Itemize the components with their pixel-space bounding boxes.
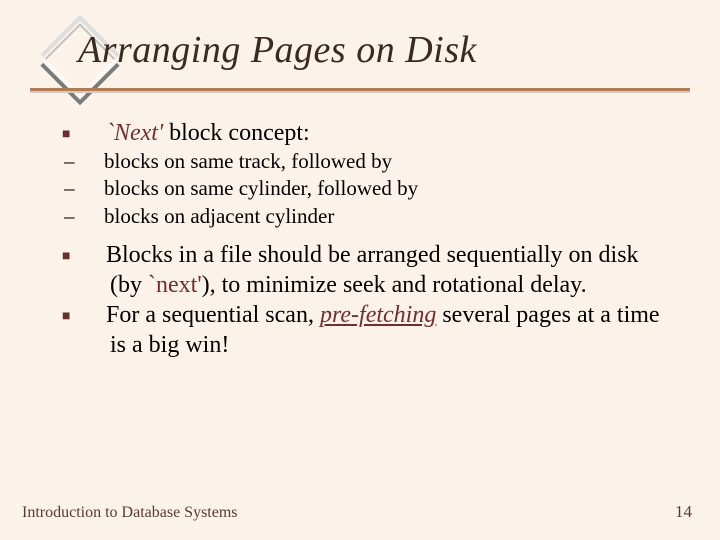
bullet-2: ■Blocks in a file should be arranged seq… [86, 240, 670, 300]
square-bullet-icon: ■ [86, 308, 106, 326]
sub-bullet-2: –blocks on same cylinder, followed by [86, 175, 670, 202]
slide: Arranging Pages on Disk ■`Next' block co… [0, 0, 720, 540]
dash-icon: – [86, 203, 104, 230]
sub-bullet-3: –blocks on adjacent cylinder [86, 203, 670, 230]
page-title: Arranging Pages on Disk [78, 28, 477, 72]
title-underline [30, 88, 690, 91]
bullet-2-post: ), to minimize seek and rotational delay… [202, 272, 587, 298]
dash-icon: – [86, 175, 104, 202]
slide-body: ■`Next' block concept: –blocks on same t… [86, 118, 670, 360]
sub-bullet-3-text: blocks on adjacent cylinder [104, 204, 334, 228]
square-bullet-icon: ■ [86, 126, 106, 144]
bullet-3-pre: For a sequential scan, [106, 302, 320, 328]
bullet-3-accent: pre-fetching [320, 302, 436, 328]
spacer [86, 230, 670, 240]
sub-bullet-1-text: blocks on same track, followed by [104, 149, 392, 173]
bullet-3: ■For a sequential scan, pre-fetching sev… [86, 300, 670, 360]
footer-left: Introduction to Database Systems [22, 504, 238, 522]
bullet-1-accent: `Next' [106, 120, 163, 146]
sub-bullet-2-text: blocks on same cylinder, followed by [104, 176, 418, 200]
dash-icon: – [86, 148, 104, 175]
sub-bullet-1: –blocks on same track, followed by [86, 148, 670, 175]
bullet-1-text: block concept: [163, 120, 310, 146]
bullet-2-accent: `next' [148, 272, 202, 298]
bullet-1: ■`Next' block concept: [86, 118, 670, 148]
square-bullet-icon: ■ [86, 248, 106, 266]
footer-page-number: 14 [675, 502, 692, 522]
